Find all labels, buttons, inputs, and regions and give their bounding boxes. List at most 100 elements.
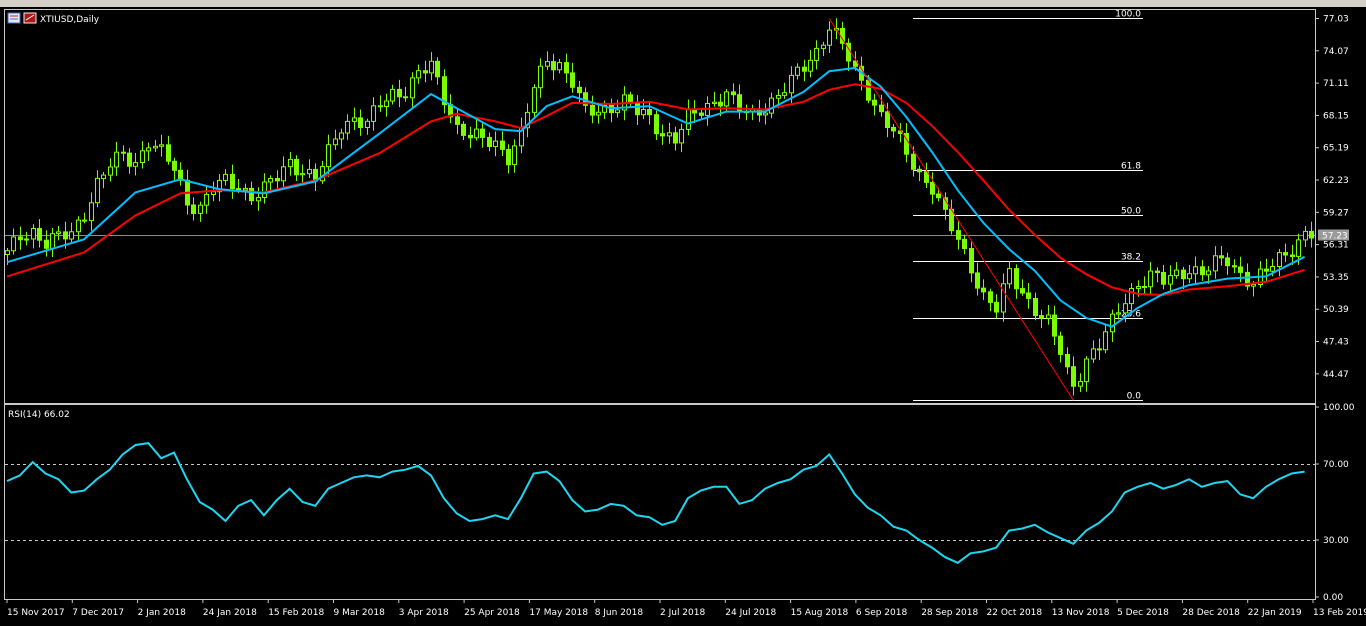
candle-body-up <box>763 112 768 116</box>
candle-body-up <box>288 158 293 168</box>
candle-body-up <box>545 61 550 67</box>
candle-body-down <box>654 114 659 135</box>
candle-body-up <box>769 97 774 114</box>
candle-body-up <box>153 145 158 149</box>
candle-body-up <box>371 105 376 122</box>
candle-body-up <box>557 62 562 71</box>
time-tick-label: 5 Dec 2018 <box>1117 608 1169 618</box>
fib-level-label: 100.0 <box>1115 10 1141 20</box>
candle-body-down <box>988 291 993 303</box>
candle-body-up <box>69 231 74 240</box>
candle-body-up <box>307 168 312 175</box>
fibonacci-trend-line[interactable] <box>828 18 1074 401</box>
candle-body-up <box>1103 331 1108 351</box>
price-tick-label: 68.15 <box>1323 111 1349 121</box>
rsi-tick-label: 70.00 <box>1323 460 1349 470</box>
candle-body-down <box>673 132 678 144</box>
candle-body-up <box>1007 268 1012 285</box>
candle-body-up <box>31 228 36 240</box>
price-tick-label: 44.47 <box>1323 370 1349 380</box>
candle-body-up <box>11 236 16 252</box>
candle-body-down <box>166 144 171 162</box>
candle-body-up <box>596 111 601 116</box>
candle-body-up <box>365 120 370 129</box>
candle-body-down <box>18 236 23 241</box>
candle-body-up <box>1270 266 1275 272</box>
candle-body-down <box>1219 255 1224 259</box>
candle-body-up <box>1206 270 1211 276</box>
candle-body-up <box>300 173 305 176</box>
candle-body-down <box>1283 252 1288 256</box>
candle-body-down <box>551 61 556 71</box>
time-tick-label: 6 Sep 2018 <box>856 608 908 618</box>
candle-body-down <box>1052 314 1057 337</box>
time-tick-label: 15 Feb 2018 <box>268 608 324 618</box>
candle-body-down <box>1232 265 1237 268</box>
candle-body-down <box>1155 270 1160 274</box>
candle-body-up <box>1251 284 1256 287</box>
candle-body-up <box>204 193 209 206</box>
candle-body-down <box>956 230 961 240</box>
chart-canvas[interactable]: XTIUSD,Daily RSI(14) 66.02 100.0 61.8 50.0… <box>0 7 1366 626</box>
candle-body-up <box>679 128 684 144</box>
candle-body-up <box>808 59 813 72</box>
candle-body-down <box>1020 288 1025 294</box>
candle-body-down <box>403 96 408 99</box>
candle-body-down <box>1161 272 1166 285</box>
time-tick-label: 22 Jan 2019 <box>1248 608 1302 618</box>
candle-body-up <box>1116 312 1121 315</box>
time-tick-label: 13 Feb 2019 <box>1313 608 1366 618</box>
candle-body-up <box>724 91 729 107</box>
candle-body-down <box>660 133 665 137</box>
time-tick-label: 7 Dec 2017 <box>72 608 124 618</box>
candle-body-down <box>731 91 736 96</box>
candle-body-down <box>969 248 974 274</box>
candle-body-up <box>198 204 203 214</box>
candle-body-down <box>699 112 704 116</box>
price-tick-label: 47.43 <box>1323 338 1349 348</box>
candle-body-up <box>223 173 228 181</box>
price-tick-label: 56.31 <box>1323 241 1349 251</box>
candle-body-up <box>1193 266 1198 275</box>
candle-body-down <box>1309 230 1314 239</box>
candle-body-up <box>211 191 216 195</box>
candle-body-down <box>230 173 235 190</box>
candle-body-up <box>641 109 646 116</box>
candle-body-up <box>262 181 267 198</box>
chart-window[interactable]: XTIUSD,Daily RSI(14) 66.02 100.0 61.8 50.0… <box>0 7 1366 626</box>
moving-average-fast-line <box>6 66 1306 328</box>
time-tick-label: 8 Jun 2018 <box>595 608 644 618</box>
candle-body-down <box>44 239 49 249</box>
time-tick-label: 15 Aug 2018 <box>791 608 849 618</box>
candle-body-down <box>461 123 466 136</box>
candle-body-up <box>1091 348 1096 360</box>
candle-body-up <box>1277 252 1282 268</box>
time-tick-label: 9 Mar 2018 <box>334 608 386 618</box>
fib-level-label: 61.8 <box>1121 162 1141 172</box>
candle-body-up <box>159 144 164 147</box>
candle-body-up <box>821 44 826 49</box>
candle-body-down <box>718 101 723 107</box>
candle-body-up <box>133 162 138 167</box>
time-tick-label: 24 Jul 2018 <box>725 608 776 618</box>
candle-body-up <box>1303 230 1308 241</box>
time-axis: 15 Nov 2017 7 Dec 2017 2 Jan 2018 24 Jan 20… <box>6 599 1366 618</box>
price-axis: 77.03 74.07 71.11 68.15 65.19 62.23 59.27 56.31… <box>1315 14 1349 380</box>
candle-body-down <box>172 160 177 171</box>
candle-body-down <box>1058 335 1063 355</box>
symbol-properties-icon[interactable] <box>23 12 37 24</box>
candle-body-down <box>975 272 980 289</box>
candle-body-up <box>410 77 415 99</box>
candle-body-up <box>814 47 819 61</box>
candle-body-down <box>564 62 569 74</box>
candle-body-down <box>1225 257 1230 267</box>
chart-window-icon[interactable] <box>7 12 21 24</box>
candle-body-down <box>358 117 363 129</box>
candle-body-up <box>512 145 517 166</box>
candle-body-down <box>275 178 280 182</box>
candle-body-down <box>480 128 485 138</box>
candle-body-down <box>879 104 884 113</box>
candle-body-down <box>487 136 492 147</box>
candle-body-up <box>140 150 145 164</box>
candle-body-up <box>538 65 543 89</box>
